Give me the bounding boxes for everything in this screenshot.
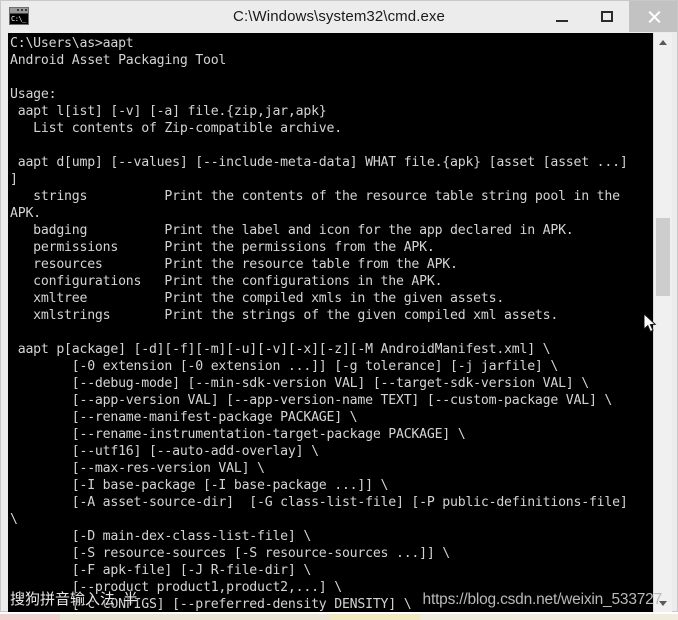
minimize-icon: [555, 19, 568, 22]
close-icon: [647, 10, 660, 23]
icon-titlebar-stripe: [10, 8, 28, 14]
maximize-icon: [600, 11, 613, 22]
maximize-button[interactable]: [584, 1, 629, 32]
window-caption-buttons: [539, 1, 677, 32]
scrollbar-thumb[interactable]: [656, 218, 670, 296]
window-titlebar[interactable]: C:\_ C:\Windows\system32\cmd.exe: [1, 1, 677, 32]
console-output-screen[interactable]: C:\Users\as>aapt Android Asset Packaging…: [8, 33, 653, 612]
csdn-watermark: https://blog.csdn.net/weixin_533727: [422, 591, 662, 608]
minimize-button[interactable]: [539, 1, 584, 32]
ime-status-overlay[interactable]: 搜狗拼音输入法 半: [10, 586, 138, 610]
console-output-text: C:\Users\as>aapt Android Asset Packaging…: [10, 36, 628, 612]
ime-name: 搜狗拼音输入法: [10, 589, 116, 608]
ime-mode-indicator: 半: [123, 589, 139, 608]
close-button[interactable]: [629, 1, 677, 32]
console-area: C:\Users\as>aapt Android Asset Packaging…: [8, 33, 672, 612]
cmd-console-window[interactable]: C:\_ C:\Windows\system32\cmd.exe C:\User…: [0, 0, 678, 612]
desktop-background: C:\_ C:\Windows\system32\cmd.exe C:\User…: [0, 0, 678, 620]
taskbar-sliver: [0, 614, 678, 620]
icon-prompt-glyph: C:\_: [10, 14, 28, 24]
console-scrollbar[interactable]: [653, 33, 672, 612]
scrollbar-up-button[interactable]: [654, 33, 672, 51]
cmd-console-icon: C:\_: [9, 7, 29, 25]
chevron-up-icon: [659, 39, 667, 45]
